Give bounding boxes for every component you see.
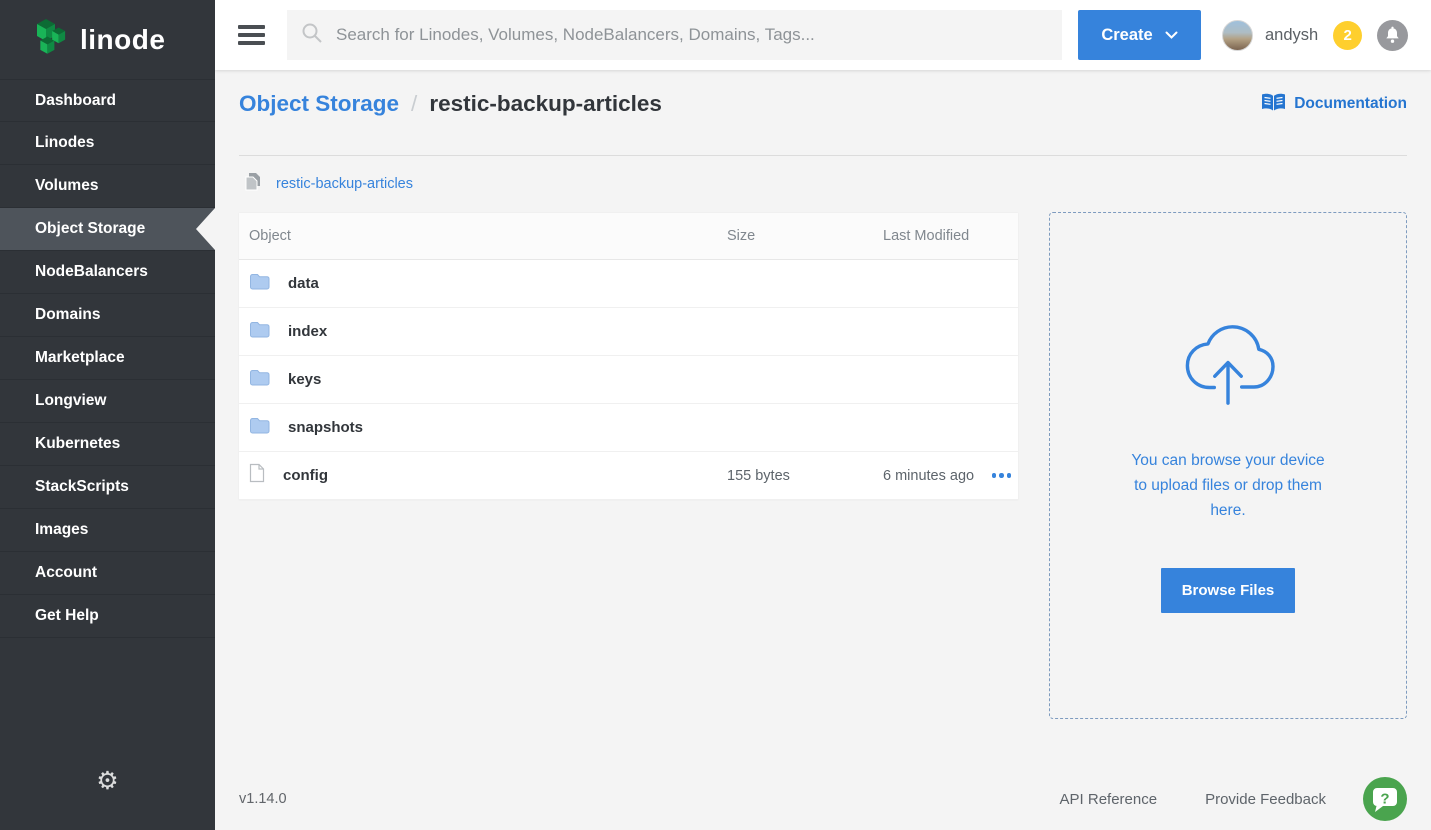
help-button[interactable]: ? xyxy=(1363,777,1407,821)
sidebar-item-kubernetes[interactable]: Kubernetes xyxy=(0,423,215,466)
object-name-link[interactable]: data xyxy=(288,275,319,292)
breadcrumb-object-storage-link[interactable]: Object Storage xyxy=(239,91,399,117)
breadcrumb: Object Storage / restic-backup-articles xyxy=(239,91,662,117)
browse-files-button[interactable]: Browse Files xyxy=(1161,568,1296,613)
search-input[interactable] xyxy=(336,25,1048,45)
sidebar-item-label: Kubernetes xyxy=(35,435,120,453)
folder-icon xyxy=(249,321,270,343)
table-header-row: Object Size Last Modified xyxy=(239,213,1018,260)
sidebar-item-label: Images xyxy=(35,521,88,539)
book-icon xyxy=(1261,92,1286,117)
object-last-modified: 6 minutes ago xyxy=(873,468,985,484)
sidebar-item-label: StackScripts xyxy=(35,478,129,496)
create-button[interactable]: Create xyxy=(1078,10,1201,60)
linode-logo[interactable]: linode xyxy=(0,0,215,76)
sidebar-item-account[interactable]: Account xyxy=(0,552,215,595)
sidebar-item-nodebalancers[interactable]: NodeBalancers xyxy=(0,251,215,294)
sidebar-item-stackscripts[interactable]: StackScripts xyxy=(0,466,215,509)
chevron-down-icon xyxy=(1165,31,1178,39)
object-size: 155 bytes xyxy=(717,468,873,484)
notification-count-badge[interactable]: 2 xyxy=(1333,21,1362,50)
active-item-notch xyxy=(196,208,215,250)
linode-cube-icon xyxy=(34,17,68,62)
breadcrumb-separator: / xyxy=(411,91,417,117)
objects-table: Object Size Last Modified data index xyxy=(239,213,1018,500)
sidebar: linode Dashboard Linodes Volumes Object … xyxy=(0,0,215,830)
sidebar-item-label: NodeBalancers xyxy=(35,263,148,281)
object-name-link[interactable]: config xyxy=(283,467,328,484)
sidebar-item-volumes[interactable]: Volumes xyxy=(0,165,215,208)
create-button-label: Create xyxy=(1101,26,1152,45)
file-icon xyxy=(249,463,265,488)
search-bar xyxy=(287,10,1062,60)
svg-text:?: ? xyxy=(1380,791,1389,808)
sidebar-item-domains[interactable]: Domains xyxy=(0,294,215,337)
notifications-bell-icon[interactable] xyxy=(1377,20,1408,51)
sidebar-item-label: Get Help xyxy=(35,607,99,625)
folder-icon xyxy=(249,417,270,439)
row-actions-ellipsis-icon[interactable] xyxy=(985,465,1018,486)
documentation-label: Documentation xyxy=(1294,95,1407,113)
hamburger-menu-icon[interactable] xyxy=(238,21,265,50)
sidebar-item-images[interactable]: Images xyxy=(0,509,215,552)
table-row: data xyxy=(239,260,1018,308)
table-row: snapshots xyxy=(239,404,1018,452)
gear-icon[interactable]: ⚙ xyxy=(0,769,215,794)
sidebar-item-label: Longview xyxy=(35,392,106,410)
object-name-link[interactable]: snapshots xyxy=(288,419,363,436)
sidebar-item-label: Object Storage xyxy=(35,220,145,238)
bucket-copy-icon xyxy=(245,172,261,196)
sidebar-nav: Dashboard Linodes Volumes Object Storage… xyxy=(0,79,215,638)
sidebar-item-longview[interactable]: Longview xyxy=(0,380,215,423)
column-header-last-modified: Last Modified xyxy=(873,228,985,244)
sidebar-item-marketplace[interactable]: Marketplace xyxy=(0,337,215,380)
upload-message: You can browse your device to upload fil… xyxy=(1131,448,1324,523)
breadcrumb-current: restic-backup-articles xyxy=(429,91,662,117)
folder-icon xyxy=(249,369,270,391)
table-row: keys xyxy=(239,356,1018,404)
sidebar-item-label: Volumes xyxy=(35,177,98,195)
api-reference-link[interactable]: API Reference xyxy=(1060,791,1158,808)
header-divider xyxy=(239,155,1407,156)
object-name-link[interactable]: index xyxy=(288,323,327,340)
cloud-upload-icon xyxy=(1179,319,1277,414)
sidebar-item-object-storage[interactable]: Object Storage xyxy=(0,208,215,251)
top-bar: Create andysh 2 xyxy=(215,0,1431,70)
sidebar-item-label: Marketplace xyxy=(35,349,125,367)
sidebar-item-dashboard[interactable]: Dashboard xyxy=(0,79,215,122)
app-version: v1.14.0 xyxy=(239,791,287,807)
username[interactable]: andysh xyxy=(1265,26,1318,45)
object-name-link[interactable]: keys xyxy=(288,371,321,388)
content-area: Object Storage / restic-backup-articles xyxy=(215,70,1431,830)
folder-icon xyxy=(249,273,270,295)
bucket-name-link[interactable]: restic-backup-articles xyxy=(276,176,413,192)
page-footer: v1.14.0 API Reference Provide Feedback ? xyxy=(239,777,1407,821)
sidebar-item-label: Linodes xyxy=(35,134,94,152)
provide-feedback-link[interactable]: Provide Feedback xyxy=(1205,791,1326,808)
column-header-object: Object xyxy=(239,228,717,244)
sidebar-item-label: Domains xyxy=(35,306,100,324)
sidebar-item-linodes[interactable]: Linodes xyxy=(0,122,215,165)
table-row: index xyxy=(239,308,1018,356)
sidebar-item-get-help[interactable]: Get Help xyxy=(0,595,215,638)
search-icon xyxy=(301,22,323,49)
documentation-link[interactable]: Documentation xyxy=(1261,92,1407,117)
sidebar-item-label: Account xyxy=(35,564,97,582)
logo-text: linode xyxy=(80,24,165,56)
upload-dropzone[interactable]: You can browse your device to upload fil… xyxy=(1049,212,1407,719)
column-header-size: Size xyxy=(717,228,873,244)
table-row: config 155 bytes 6 minutes ago xyxy=(239,452,1018,500)
user-avatar[interactable] xyxy=(1222,20,1253,51)
sidebar-item-label: Dashboard xyxy=(35,92,116,110)
